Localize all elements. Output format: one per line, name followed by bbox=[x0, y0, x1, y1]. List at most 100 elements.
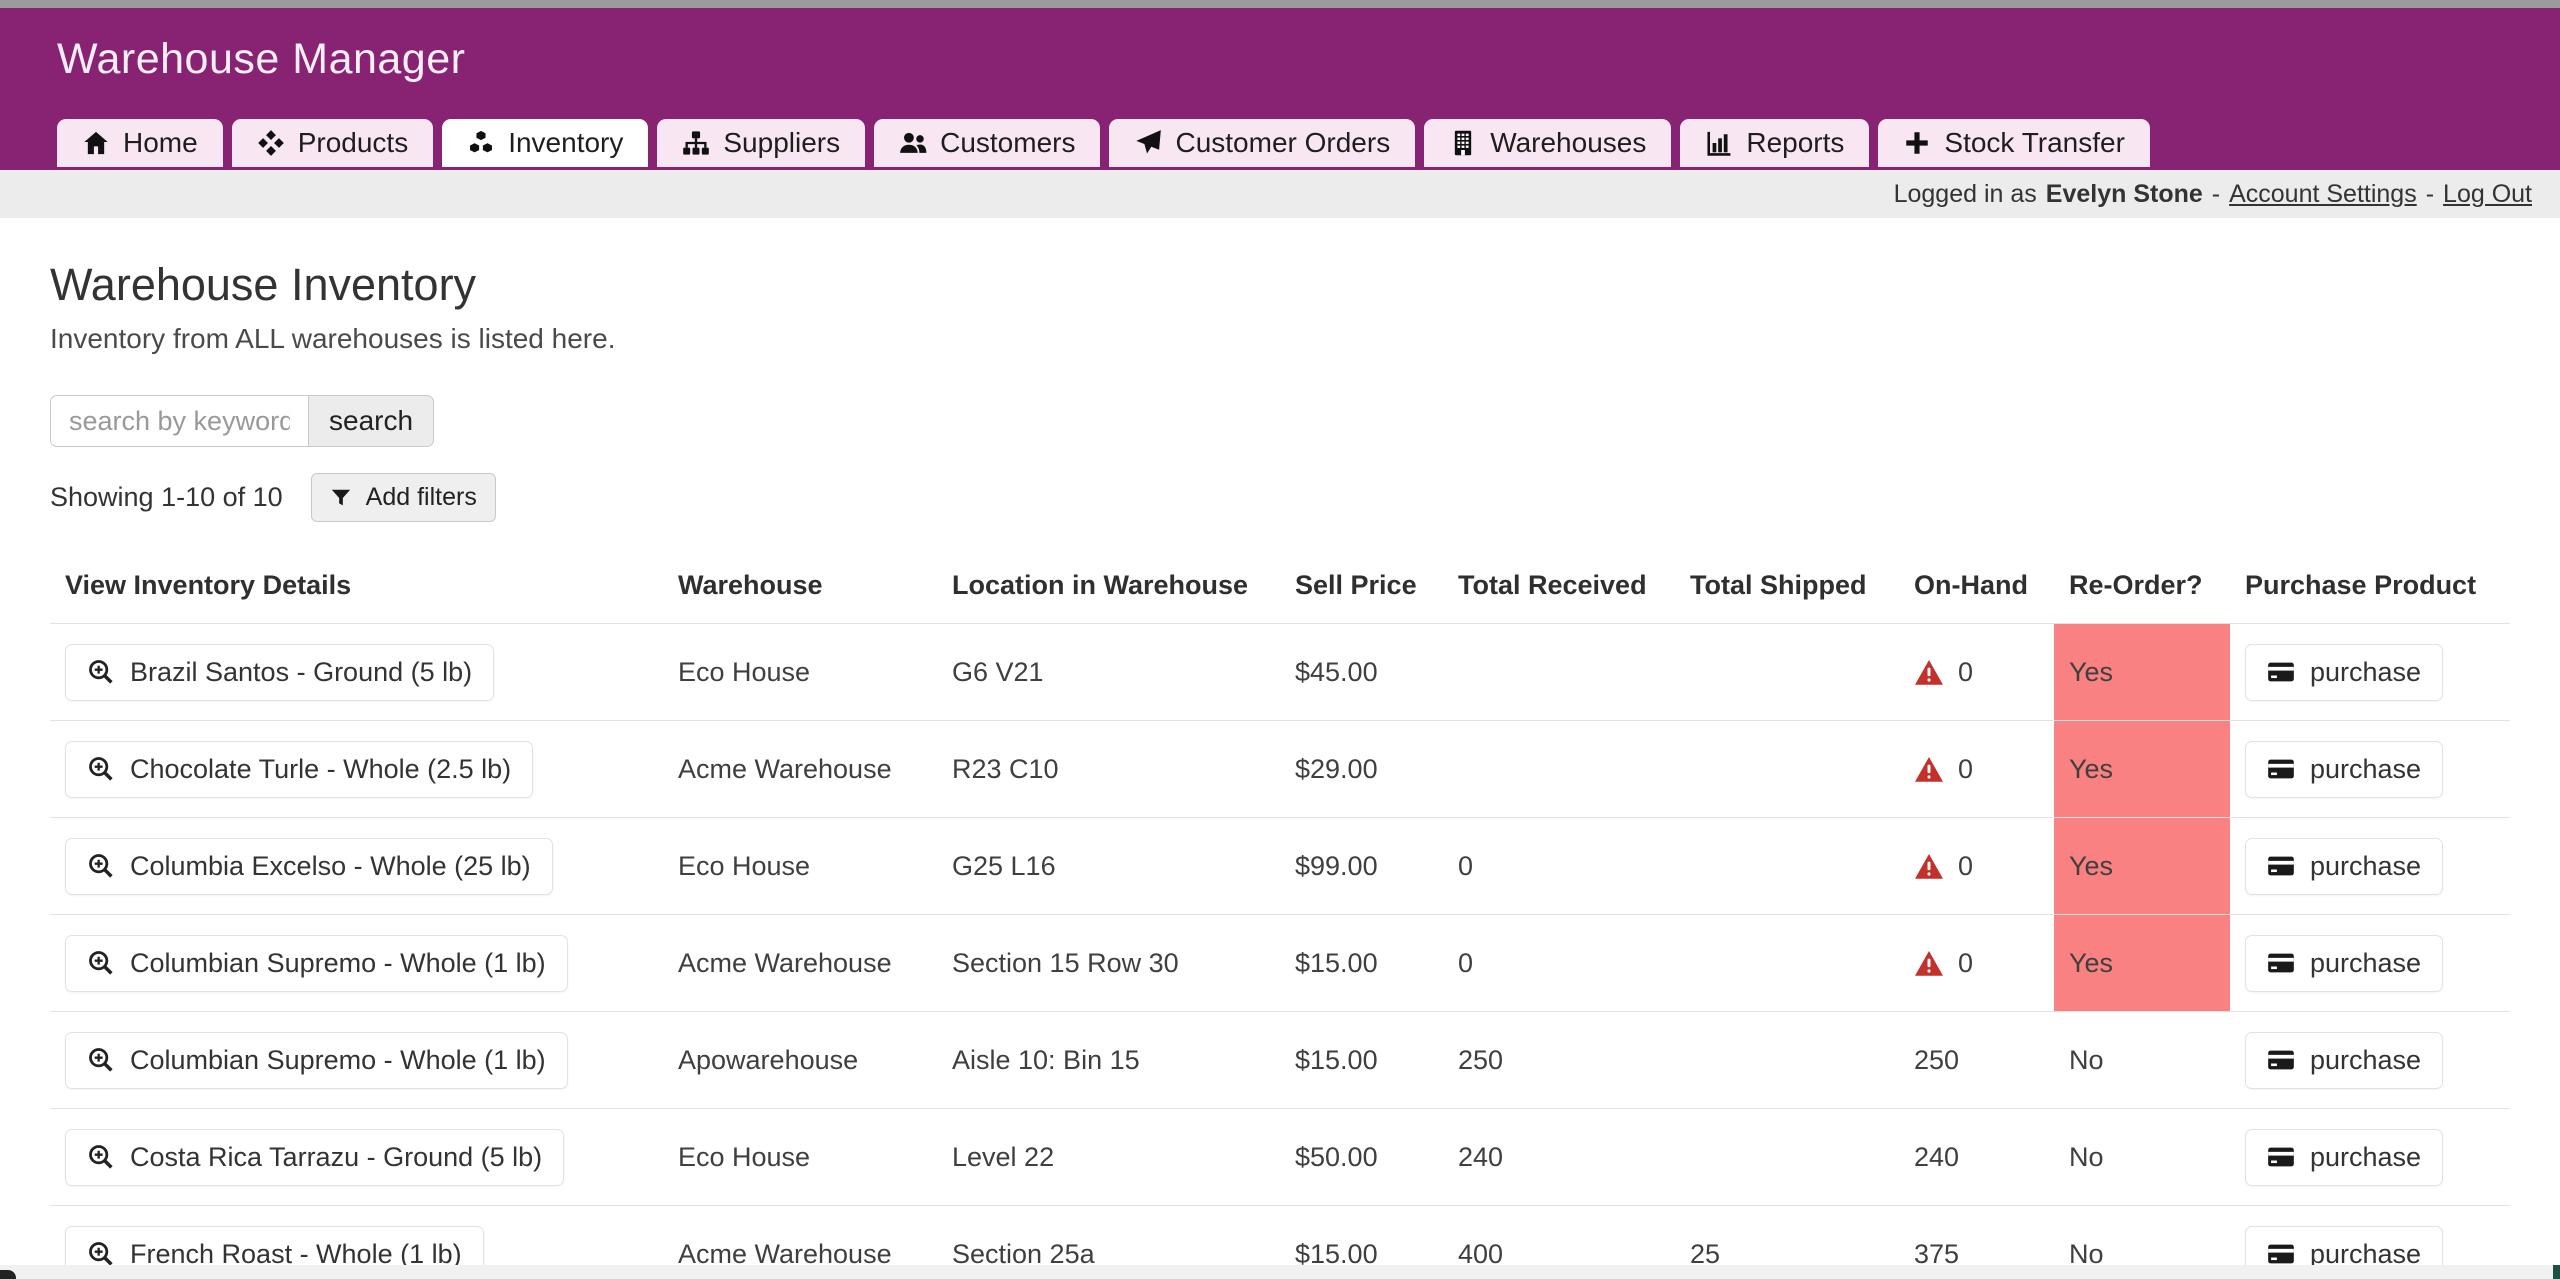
cell-purchase: purchase bbox=[2230, 721, 2510, 818]
cell-location: R23 C10 bbox=[937, 721, 1280, 818]
bottom-band bbox=[0, 1265, 2560, 1279]
app-title: Warehouse Manager bbox=[0, 8, 2560, 86]
tab-customer-orders[interactable]: Customer Orders bbox=[1109, 119, 1415, 167]
product-name: Costa Rica Tarrazu - Ground (5 lb) bbox=[130, 1142, 542, 1173]
cell-on-hand: 250 bbox=[1899, 1012, 2054, 1109]
cell-sell-price: $15.00 bbox=[1280, 1012, 1443, 1109]
search-input[interactable] bbox=[50, 395, 308, 447]
view-inventory-details-button[interactable]: Columbian Supremo - Whole (1 lb) bbox=[65, 1032, 568, 1089]
tab-label: Customer Orders bbox=[1175, 129, 1390, 157]
add-filters-button[interactable]: Add filters bbox=[311, 473, 496, 522]
cell-reorder: Yes bbox=[2054, 818, 2230, 915]
warning-icon bbox=[1914, 853, 1944, 880]
cell-total-received: 0 bbox=[1443, 818, 1675, 915]
warning-icon bbox=[1914, 950, 1944, 977]
main-content: Warehouse Inventory Inventory from ALL w… bbox=[0, 262, 2560, 1279]
purchase-button[interactable]: purchase bbox=[2245, 838, 2443, 895]
bar-chart-icon bbox=[1705, 129, 1733, 157]
tab-home[interactable]: Home bbox=[57, 119, 223, 167]
search-plus-icon bbox=[87, 755, 115, 783]
page-subtitle: Inventory from ALL warehouses is listed … bbox=[50, 325, 2510, 353]
tab-label: Stock Transfer bbox=[1944, 129, 2125, 157]
purchase-button[interactable]: purchase bbox=[2245, 741, 2443, 798]
search-plus-icon bbox=[87, 658, 115, 686]
cell-reorder: Yes bbox=[2054, 915, 2230, 1012]
on-hand-value: 0 bbox=[1958, 754, 1973, 785]
tab-products[interactable]: Products bbox=[232, 119, 434, 167]
tab-warehouses[interactable]: Warehouses bbox=[1424, 119, 1671, 167]
purchase-button[interactable]: purchase bbox=[2245, 935, 2443, 992]
search-button[interactable]: search bbox=[308, 395, 434, 447]
logged-in-prefix: Logged in as bbox=[1894, 180, 2037, 209]
credit-card-icon bbox=[2267, 1145, 2295, 1169]
logged-in-username: Evelyn Stone bbox=[2046, 180, 2203, 209]
bottom-left-sliver bbox=[0, 1270, 16, 1279]
col-total-received: Total Received bbox=[1443, 558, 1675, 624]
credit-card-icon bbox=[2267, 1242, 2295, 1266]
table-row: Brazil Santos - Ground (5 lb)Eco HouseG6… bbox=[50, 624, 2510, 721]
col-location-in-warehouse: Location in Warehouse bbox=[937, 558, 1280, 624]
credit-card-icon bbox=[2267, 951, 2295, 975]
search-plus-icon bbox=[87, 1046, 115, 1074]
cell-warehouse: Acme Warehouse bbox=[663, 915, 937, 1012]
page-title: Warehouse Inventory bbox=[50, 262, 2510, 307]
purchase-button[interactable]: purchase bbox=[2245, 1032, 2443, 1089]
view-inventory-details-button[interactable]: Brazil Santos - Ground (5 lb) bbox=[65, 644, 494, 701]
tab-suppliers[interactable]: Suppliers bbox=[657, 119, 865, 167]
products-icon bbox=[257, 129, 285, 157]
cell-view-details: Costa Rica Tarrazu - Ground (5 lb) bbox=[50, 1109, 663, 1206]
table-row: Columbian Supremo - Whole (1 lb)Apowareh… bbox=[50, 1012, 2510, 1109]
tab-label: Inventory bbox=[508, 129, 623, 157]
users-icon bbox=[899, 129, 927, 157]
building-icon bbox=[1449, 129, 1477, 157]
cell-sell-price: $50.00 bbox=[1280, 1109, 1443, 1206]
inventory-table: View Inventory Details Warehouse Locatio… bbox=[50, 558, 2510, 1279]
cell-purchase: purchase bbox=[2230, 624, 2510, 721]
cell-location: Section 15 Row 30 bbox=[937, 915, 1280, 1012]
log-out-link[interactable]: Log Out bbox=[2443, 180, 2532, 209]
view-inventory-details-button[interactable]: Costa Rica Tarrazu - Ground (5 lb) bbox=[65, 1129, 564, 1186]
account-settings-link[interactable]: Account Settings bbox=[2229, 180, 2417, 209]
tab-inventory[interactable]: Inventory bbox=[442, 119, 648, 167]
cell-total-received: 0 bbox=[1443, 915, 1675, 1012]
inventory-cubes-icon bbox=[467, 129, 495, 157]
credit-card-icon bbox=[2267, 1048, 2295, 1072]
purchase-label: purchase bbox=[2310, 754, 2421, 785]
inventory-table-header: View Inventory Details Warehouse Locatio… bbox=[50, 558, 2510, 624]
purchase-label: purchase bbox=[2310, 1142, 2421, 1173]
purchase-label: purchase bbox=[2310, 657, 2421, 688]
view-inventory-details-button[interactable]: Columbian Supremo - Whole (1 lb) bbox=[65, 935, 568, 992]
showing-count: Showing 1-10 of 10 bbox=[50, 482, 283, 513]
cell-total-shipped bbox=[1675, 721, 1899, 818]
search-row: search bbox=[50, 395, 2510, 447]
purchase-button[interactable]: purchase bbox=[2245, 1129, 2443, 1186]
cell-total-shipped bbox=[1675, 915, 1899, 1012]
separator: - bbox=[2426, 180, 2434, 209]
cell-reorder: No bbox=[2054, 1109, 2230, 1206]
cell-sell-price: $29.00 bbox=[1280, 721, 1443, 818]
tab-label: Reports bbox=[1746, 129, 1844, 157]
product-name: Chocolate Turle - Whole (2.5 lb) bbox=[130, 754, 511, 785]
home-icon bbox=[82, 129, 110, 157]
view-inventory-details-button[interactable]: Columbia Excelso - Whole (25 lb) bbox=[65, 838, 553, 895]
view-inventory-details-button[interactable]: Chocolate Turle - Whole (2.5 lb) bbox=[65, 741, 533, 798]
credit-card-icon bbox=[2267, 854, 2295, 878]
cell-view-details: Columbia Excelso - Whole (25 lb) bbox=[50, 818, 663, 915]
cell-warehouse: Eco House bbox=[663, 1109, 937, 1206]
col-warehouse: Warehouse bbox=[663, 558, 937, 624]
tab-reports[interactable]: Reports bbox=[1680, 119, 1869, 167]
cell-total-received bbox=[1443, 624, 1675, 721]
bottom-right-sliver bbox=[2553, 1265, 2560, 1279]
purchase-button[interactable]: purchase bbox=[2245, 644, 2443, 701]
tab-stock-transfer[interactable]: Stock Transfer bbox=[1878, 119, 2150, 167]
product-name: Brazil Santos - Ground (5 lb) bbox=[130, 657, 472, 688]
tab-label: Warehouses bbox=[1490, 129, 1646, 157]
credit-card-icon bbox=[2267, 757, 2295, 781]
cell-sell-price: $45.00 bbox=[1280, 624, 1443, 721]
tab-customers[interactable]: Customers bbox=[874, 119, 1100, 167]
cell-location: Aisle 10: Bin 15 bbox=[937, 1012, 1280, 1109]
cell-view-details: Columbian Supremo - Whole (1 lb) bbox=[50, 915, 663, 1012]
cell-reorder: Yes bbox=[2054, 721, 2230, 818]
purchase-label: purchase bbox=[2310, 1045, 2421, 1076]
cell-warehouse: Acme Warehouse bbox=[663, 721, 937, 818]
